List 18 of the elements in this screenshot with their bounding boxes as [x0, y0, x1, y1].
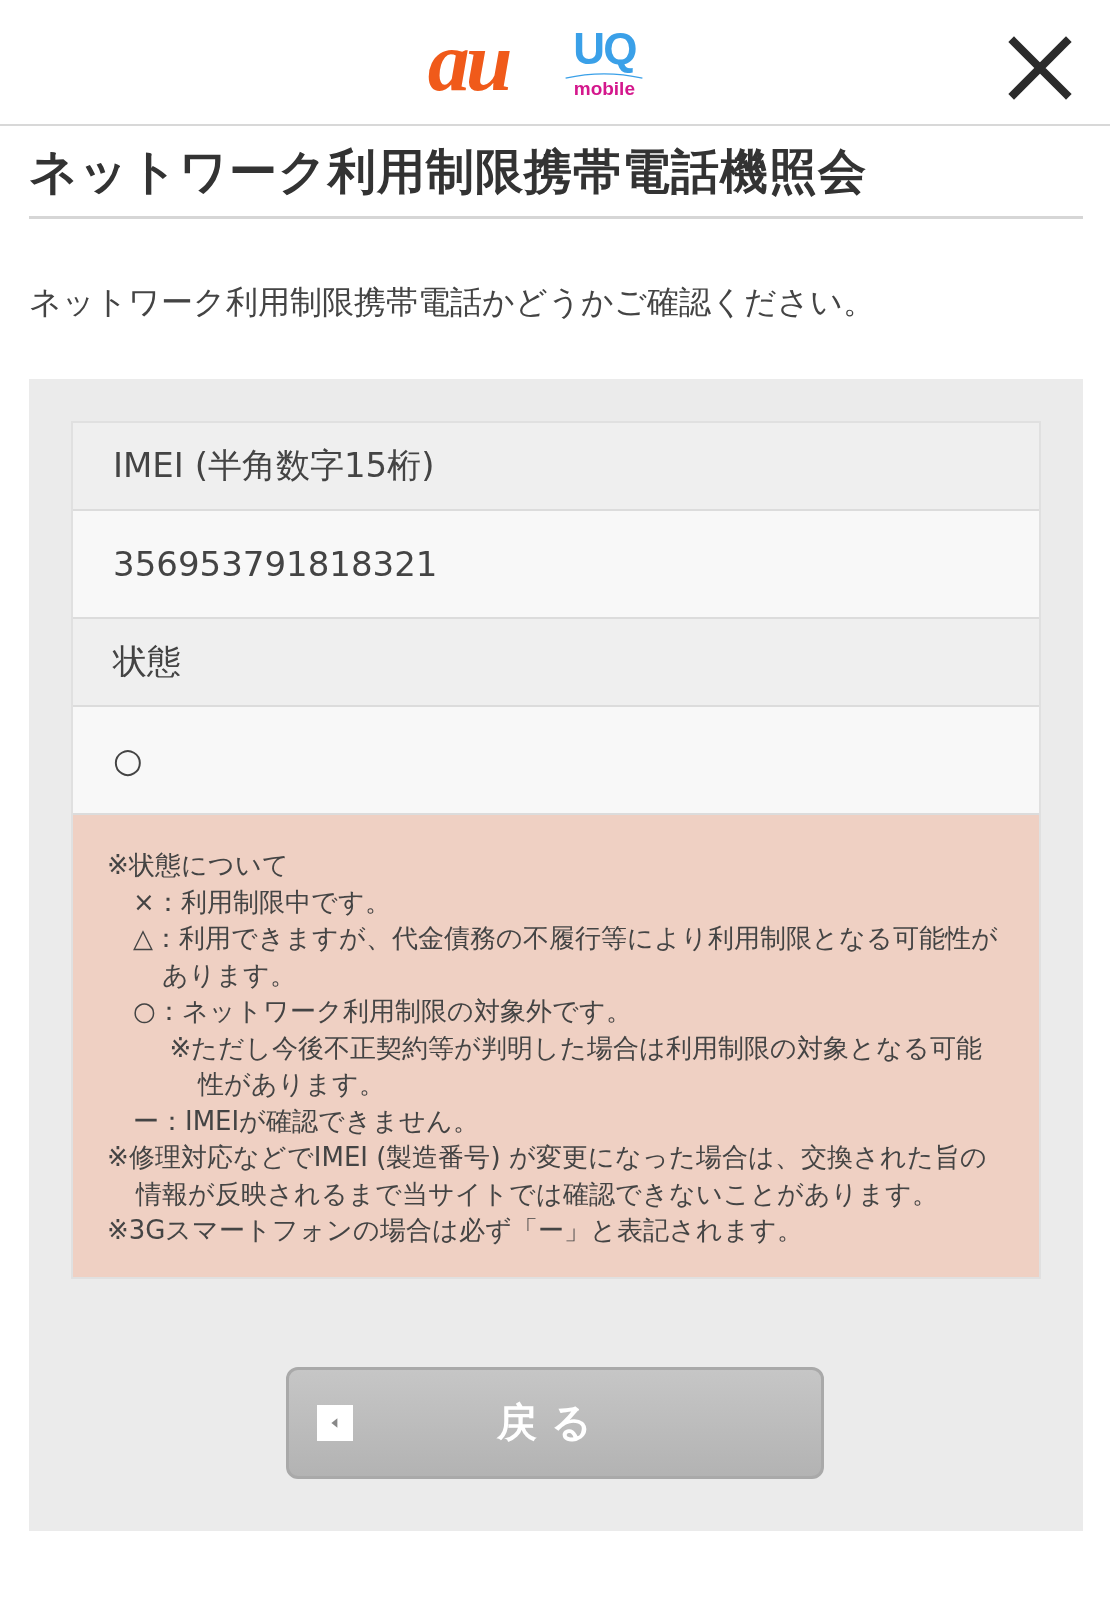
note-text: ※3Gスマートフォンの場合は必ず「ー」と表記されます。 — [107, 1214, 805, 1247]
intro-text: ネットワーク利用制限携帯電話かどうかご確認ください。 — [29, 282, 876, 323]
au-logo[interactable]: au — [427, 20, 509, 104]
note-text: ※修理対応などでIMEI (製造番号) が変更になった場合は、交換された旨の情報が反映されるまで当サイトでは確認できないことがあります。 — [107, 1141, 988, 1211]
note-text: ×：利用制限中です。 — [133, 885, 392, 919]
close-icon[interactable] — [1008, 36, 1072, 100]
field-label: IMEI (半角数字15桁) — [73, 423, 1039, 511]
back-button[interactable]: 戻る — [286, 1366, 824, 1479]
note-text: ※ただし今後不正契約等が判明した場合は利用制限の対象となる可能性があります。 — [169, 1031, 984, 1101]
page-title: ネットワーク利用制限携帯電話機照会 — [29, 140, 1083, 219]
uq-mobile-logo[interactable]: UQ mobile — [556, 26, 653, 98]
field-value: ○ — [73, 707, 1039, 815]
field-label: 状態 — [73, 619, 1039, 707]
note-text: △：利用できますが、代金債務の不履行等により利用制限となる可能性があります。 — [133, 922, 999, 992]
note-text: ○：ネットワーク利用制限の対象外です。 — [133, 995, 633, 1028]
field-value: 356953791818321 — [73, 511, 1039, 619]
note-text: ー：IMEIが確認できません。 — [133, 1104, 481, 1138]
note-text: ※状態について — [107, 849, 290, 882]
